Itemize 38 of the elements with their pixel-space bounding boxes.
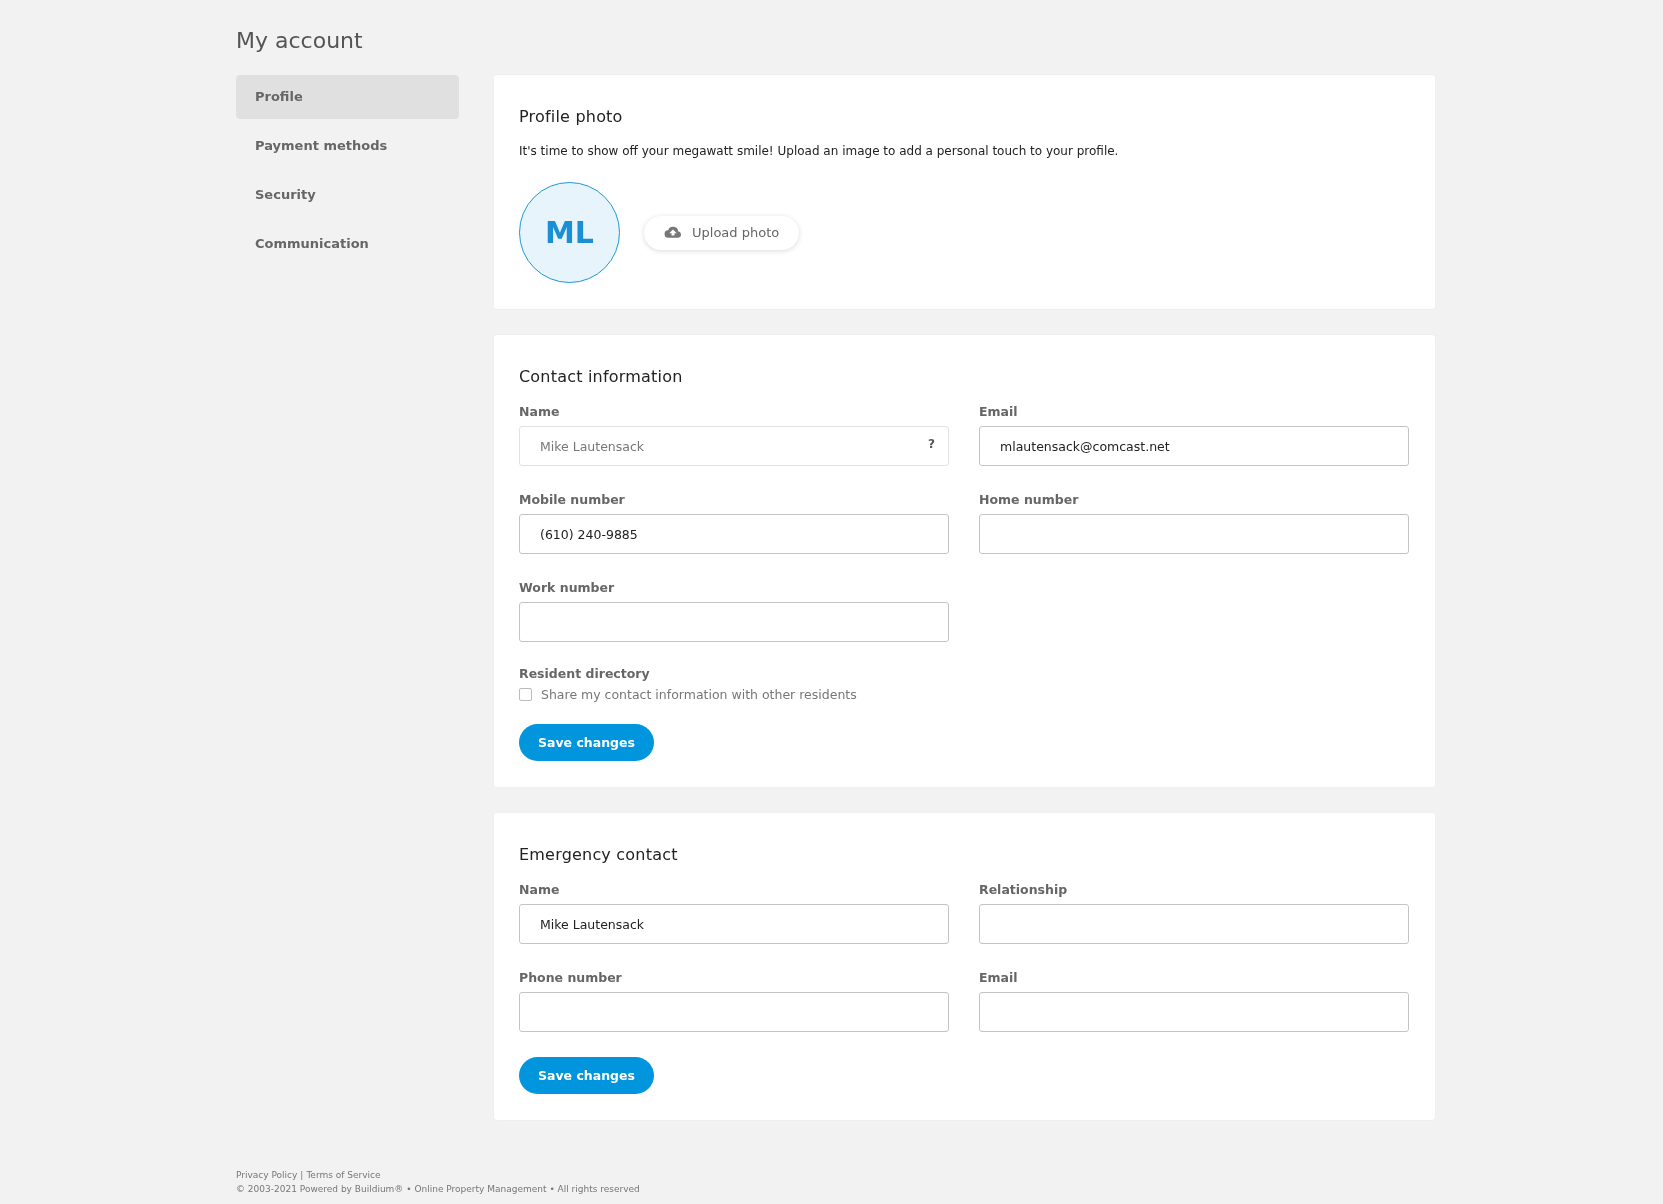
input-field[interactable] bbox=[519, 602, 949, 642]
card-title: Profile photo bbox=[519, 107, 624, 126]
save-changes-button[interactable]: Save changes bbox=[519, 1057, 654, 1094]
sidebar-item[interactable]: Profile bbox=[236, 75, 459, 119]
avatar-circle: ML bbox=[519, 182, 620, 283]
footer-link[interactable]: Privacy Policy bbox=[236, 1170, 298, 1180]
input-field[interactable] bbox=[519, 992, 949, 1032]
card-title: Emergency contact bbox=[519, 845, 679, 864]
cloud-upload-icon bbox=[664, 226, 682, 239]
page-title: My account bbox=[236, 28, 364, 53]
field-label: Mobile number bbox=[519, 492, 626, 507]
save-changes-button[interactable]: Save changes bbox=[519, 724, 654, 761]
copyright-text: © 2003-2021 Powered by Buildium® • Online Property Management • All rights reserved bbox=[236, 1184, 641, 1194]
checkbox[interactable] bbox=[519, 688, 532, 701]
input-field[interactable] bbox=[979, 904, 1409, 944]
field-label: Resident directory bbox=[519, 666, 651, 681]
description-text: It's time to show off your megawatt smile! Upload an image to add a personal touch to your profile. bbox=[519, 144, 1120, 158]
field-label: Phone number bbox=[519, 970, 623, 985]
upload-photo-button[interactable]: Upload photo bbox=[644, 215, 800, 250]
input-field[interactable]: Mike Lautensack bbox=[519, 904, 949, 944]
checkbox-label: Share my contact information with other residents bbox=[541, 687, 857, 702]
card-title: Contact information bbox=[519, 367, 684, 386]
input-field[interactable]: (610) 240-9885 bbox=[519, 514, 949, 554]
field-label: Work number bbox=[519, 580, 616, 595]
sidebar-item[interactable]: Security bbox=[236, 173, 459, 217]
separator-text: | bbox=[300, 1170, 304, 1180]
footer-link[interactable]: Terms of Service bbox=[306, 1170, 381, 1180]
field-label: Email bbox=[979, 404, 1019, 419]
field-label: Name bbox=[519, 404, 561, 419]
sidebar-item[interactable]: Communication bbox=[236, 222, 459, 266]
input-field[interactable]: mlautensack@comcast.net bbox=[979, 426, 1409, 466]
input-field[interactable] bbox=[979, 514, 1409, 554]
field-label: Email bbox=[979, 970, 1019, 985]
sidebar-item[interactable]: Payment methods bbox=[236, 124, 459, 168]
input-field[interactable] bbox=[979, 992, 1409, 1032]
field-label: Name bbox=[519, 882, 561, 897]
field-label: Home number bbox=[979, 492, 1080, 507]
field-label: Relationship bbox=[979, 882, 1069, 897]
